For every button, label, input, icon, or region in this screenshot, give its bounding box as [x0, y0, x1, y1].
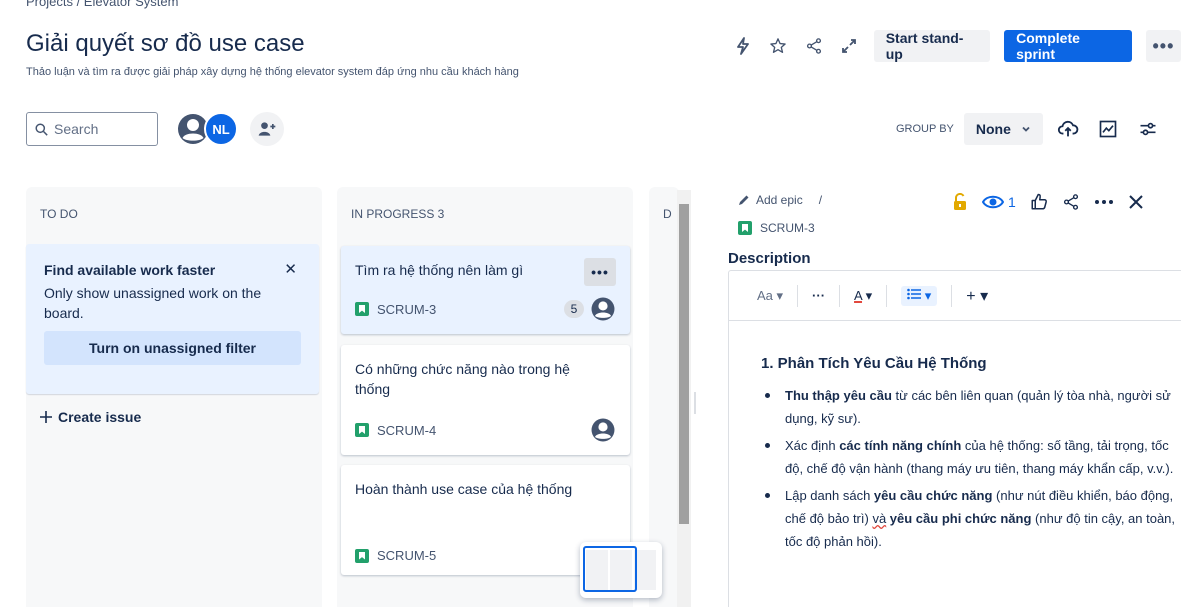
- watcher-count: 1: [1008, 194, 1016, 210]
- search-placeholder: Search: [54, 121, 99, 137]
- story-icon: [355, 548, 369, 563]
- issue-title: Tìm ra hệ thống nên làm gì: [355, 262, 524, 278]
- issue-key[interactable]: SCRUM-4: [377, 423, 590, 438]
- thumbs-up-icon[interactable]: [1030, 193, 1048, 211]
- content-heading: 1. Phân Tích Yêu Cầu Hệ Thống: [761, 355, 987, 372]
- description-label: Description: [728, 250, 811, 267]
- groupby-label: GROUP BY: [896, 123, 954, 135]
- plus-icon: [40, 411, 52, 423]
- groupby-select[interactable]: None: [963, 113, 1043, 145]
- editor-content[interactable]: 1. Phân Tích Yêu Cầu Hệ Thống Thu thập y…: [729, 321, 1181, 553]
- star-icon[interactable]: [767, 35, 788, 57]
- breadcrumb[interactable]: Projects / Elevator System: [26, 0, 178, 9]
- share-icon[interactable]: [803, 35, 824, 57]
- create-issue-label: Create issue: [58, 409, 142, 425]
- eye-icon[interactable]: [982, 193, 1004, 211]
- editor-toolbar: Aa ▾ ··· A ▾ ▾ + ▾: [729, 271, 1181, 321]
- add-epic-link[interactable]: Add epic /: [738, 193, 822, 207]
- issue-footer: SCRUM-4: [355, 417, 616, 443]
- top-actions: Start stand-up Complete sprint •••: [732, 30, 1181, 62]
- issue-footer: SCRUM-5: [355, 548, 616, 563]
- avatar-nl[interactable]: NL: [204, 112, 238, 146]
- board-minimap[interactable]: [580, 542, 662, 598]
- chevron-down-icon: [1022, 126, 1030, 132]
- more-icon[interactable]: [1094, 193, 1114, 211]
- description-editor[interactable]: Aa ▾ ··· A ▾ ▾ + ▾ 1. Phân Tích Yêu Cầu …: [728, 270, 1181, 607]
- detail-actions: 1: [952, 193, 1144, 211]
- issue-key[interactable]: SCRUM-3: [377, 302, 564, 317]
- assignee-avatar-icon[interactable]: [590, 296, 616, 322]
- pencil-icon: [739, 195, 749, 205]
- tip-text: Only show unassigned work on the board.: [44, 285, 262, 321]
- minimap-column: [634, 550, 656, 590]
- upload-cloud-button[interactable]: [1053, 114, 1083, 144]
- content-list: Thu thập yêu cầu từ các bên liên quan (q…: [761, 384, 1181, 553]
- more-formatting-button[interactable]: ···: [812, 288, 825, 303]
- turn-on-unassigned-filter-button[interactable]: Turn on unassigned filter: [44, 331, 301, 366]
- scroll-thumb[interactable]: [679, 204, 689, 524]
- issue-title: Hoàn thành use case của hệ thống: [355, 481, 573, 497]
- list-dropdown[interactable]: ▾: [901, 285, 938, 306]
- close-icon[interactable]: [1128, 194, 1144, 210]
- view-settings-button[interactable]: [1133, 114, 1163, 144]
- story-icon: [355, 423, 369, 437]
- tip-title: Find available work faster: [44, 262, 216, 278]
- list-item: Thu thập yêu cầu từ các bên liên quan (q…: [761, 384, 1181, 430]
- column-todo: TO DO Find available work faster ✕ Only …: [26, 187, 322, 607]
- add-person-icon: [258, 122, 276, 136]
- issue-more-button[interactable]: •••: [584, 258, 616, 286]
- unassigned-tip-card: Find available work faster ✕ Only show u…: [26, 244, 319, 394]
- list-item: Lập danh sách yêu cầu chức năng (như nút…: [761, 484, 1181, 553]
- sliders-icon: [1140, 122, 1156, 136]
- issue-key-link[interactable]: SCRUM-3: [738, 221, 815, 235]
- expand-icon[interactable]: [838, 35, 859, 57]
- assignee-avatar-icon[interactable]: [590, 417, 616, 443]
- text-color-dropdown[interactable]: A ▾: [854, 288, 872, 304]
- start-standup-button[interactable]: Start stand-up: [873, 30, 991, 62]
- minimap-viewport[interactable]: [583, 546, 637, 592]
- story-icon: [355, 302, 369, 316]
- text-style-dropdown[interactable]: Aa ▾: [757, 288, 783, 304]
- page-subtitle: Thảo luận và tìm ra được giải pháp xây d…: [26, 66, 519, 78]
- groupby-value: None: [975, 121, 1011, 137]
- column-header: TO DO: [40, 207, 78, 221]
- avatar-group: NL: [176, 112, 284, 146]
- add-epic-label: Add epic: [756, 193, 803, 207]
- more-actions-button[interactable]: •••: [1145, 30, 1181, 62]
- share-icon[interactable]: [1062, 193, 1080, 211]
- create-issue-button[interactable]: Create issue: [40, 409, 141, 425]
- lightning-icon[interactable]: [732, 35, 753, 57]
- issue-card[interactable]: Tìm ra hệ thống nên làm gì ••• SCRUM-3 5: [341, 246, 630, 334]
- page-title: Giải quyết sơ đồ use case: [26, 30, 305, 57]
- column-header: IN PROGRESS 3: [351, 207, 445, 221]
- chart-icon: [1099, 120, 1117, 138]
- issue-footer: SCRUM-3 5: [355, 296, 616, 322]
- issue-card[interactable]: Có những chức năng nào trong hệ thống SC…: [341, 345, 630, 455]
- insights-button[interactable]: [1093, 114, 1123, 144]
- lock-icon[interactable]: [952, 193, 968, 211]
- breadcrumb-separator: /: [818, 193, 823, 207]
- search-input[interactable]: Search: [26, 112, 158, 146]
- story-icon: [738, 221, 752, 235]
- insert-dropdown[interactable]: + ▾: [966, 286, 988, 306]
- bullet-list-icon: [907, 288, 922, 299]
- groupby-controls: GROUP BY None: [896, 113, 1163, 145]
- complete-sprint-button[interactable]: Complete sprint: [1004, 30, 1132, 62]
- panel-resize-handle[interactable]: [694, 392, 696, 414]
- cloud-upload-icon: [1057, 120, 1079, 137]
- issue-title: Có những chức năng nào trong hệ thống: [355, 361, 570, 398]
- board-scrollbar[interactable]: [677, 190, 691, 607]
- detail-issue-key: SCRUM-3: [760, 221, 815, 235]
- story-points-badge: 5: [564, 300, 584, 318]
- column-header: D: [663, 207, 672, 221]
- list-item: Xác định các tính năng chính của hệ thốn…: [761, 434, 1181, 480]
- close-icon[interactable]: ✕: [284, 260, 297, 278]
- add-people-button[interactable]: [250, 112, 284, 146]
- search-icon: [35, 122, 48, 136]
